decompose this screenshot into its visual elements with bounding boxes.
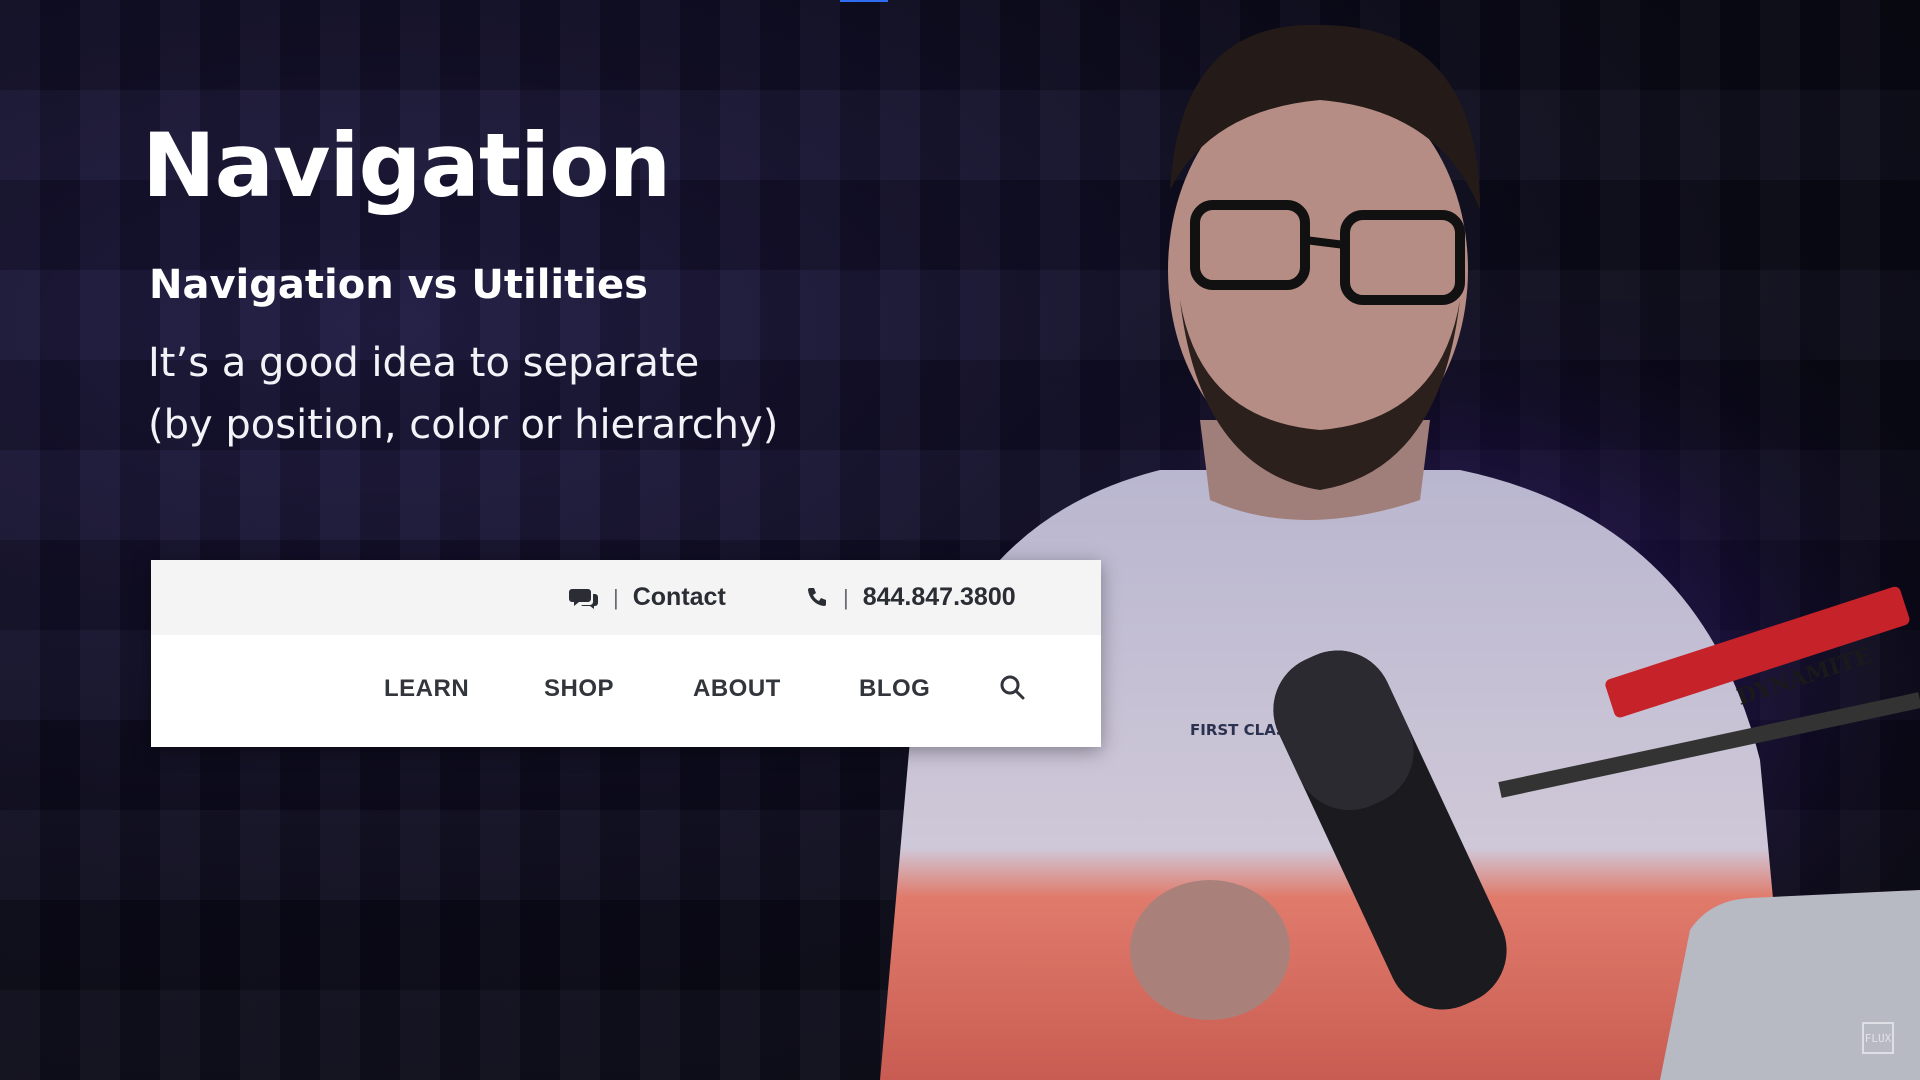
main-navigation: LEARN SHOP ABOUT BLOG <box>151 635 1101 747</box>
slide-body-line-2: (by position, color or hierarchy) <box>148 402 779 448</box>
slide-text-block: Navigation Navigation vs Utilities It’s … <box>142 112 778 456</box>
search-icon[interactable] <box>998 673 1026 701</box>
utility-phone-link[interactable]: | 844.847.3800 <box>805 560 1016 635</box>
utility-bar: | Contact | 844.847.3800 <box>151 560 1101 635</box>
slide-subtitle: Navigation vs Utilities <box>149 262 648 308</box>
chat-bubbles-icon <box>569 588 598 609</box>
utility-separator: | <box>613 584 619 610</box>
utility-separator: | <box>843 584 849 610</box>
slide-title: Navigation <box>142 114 671 217</box>
phone-icon <box>808 587 826 606</box>
nav-item-shop[interactable]: SHOP <box>544 675 614 703</box>
slide-body: It’s a good idea to separate (by positio… <box>148 332 778 456</box>
nav-item-about[interactable]: ABOUT <box>693 675 781 703</box>
phone-number[interactable]: 844.847.3800 <box>863 583 1016 612</box>
channel-logo-icon: FLUX <box>1862 1022 1894 1054</box>
nav-item-learn[interactable]: LEARN <box>384 675 469 703</box>
utility-contact-link[interactable]: | Contact <box>569 560 726 635</box>
nav-item-blog[interactable]: BLOG <box>859 675 930 703</box>
website-header-example: | Contact | 844.847.3800 LEARN SHOP ABOU… <box>151 560 1101 747</box>
contact-label[interactable]: Contact <box>633 583 726 612</box>
slide-body-line-1: It’s a good idea to separate <box>148 340 700 386</box>
